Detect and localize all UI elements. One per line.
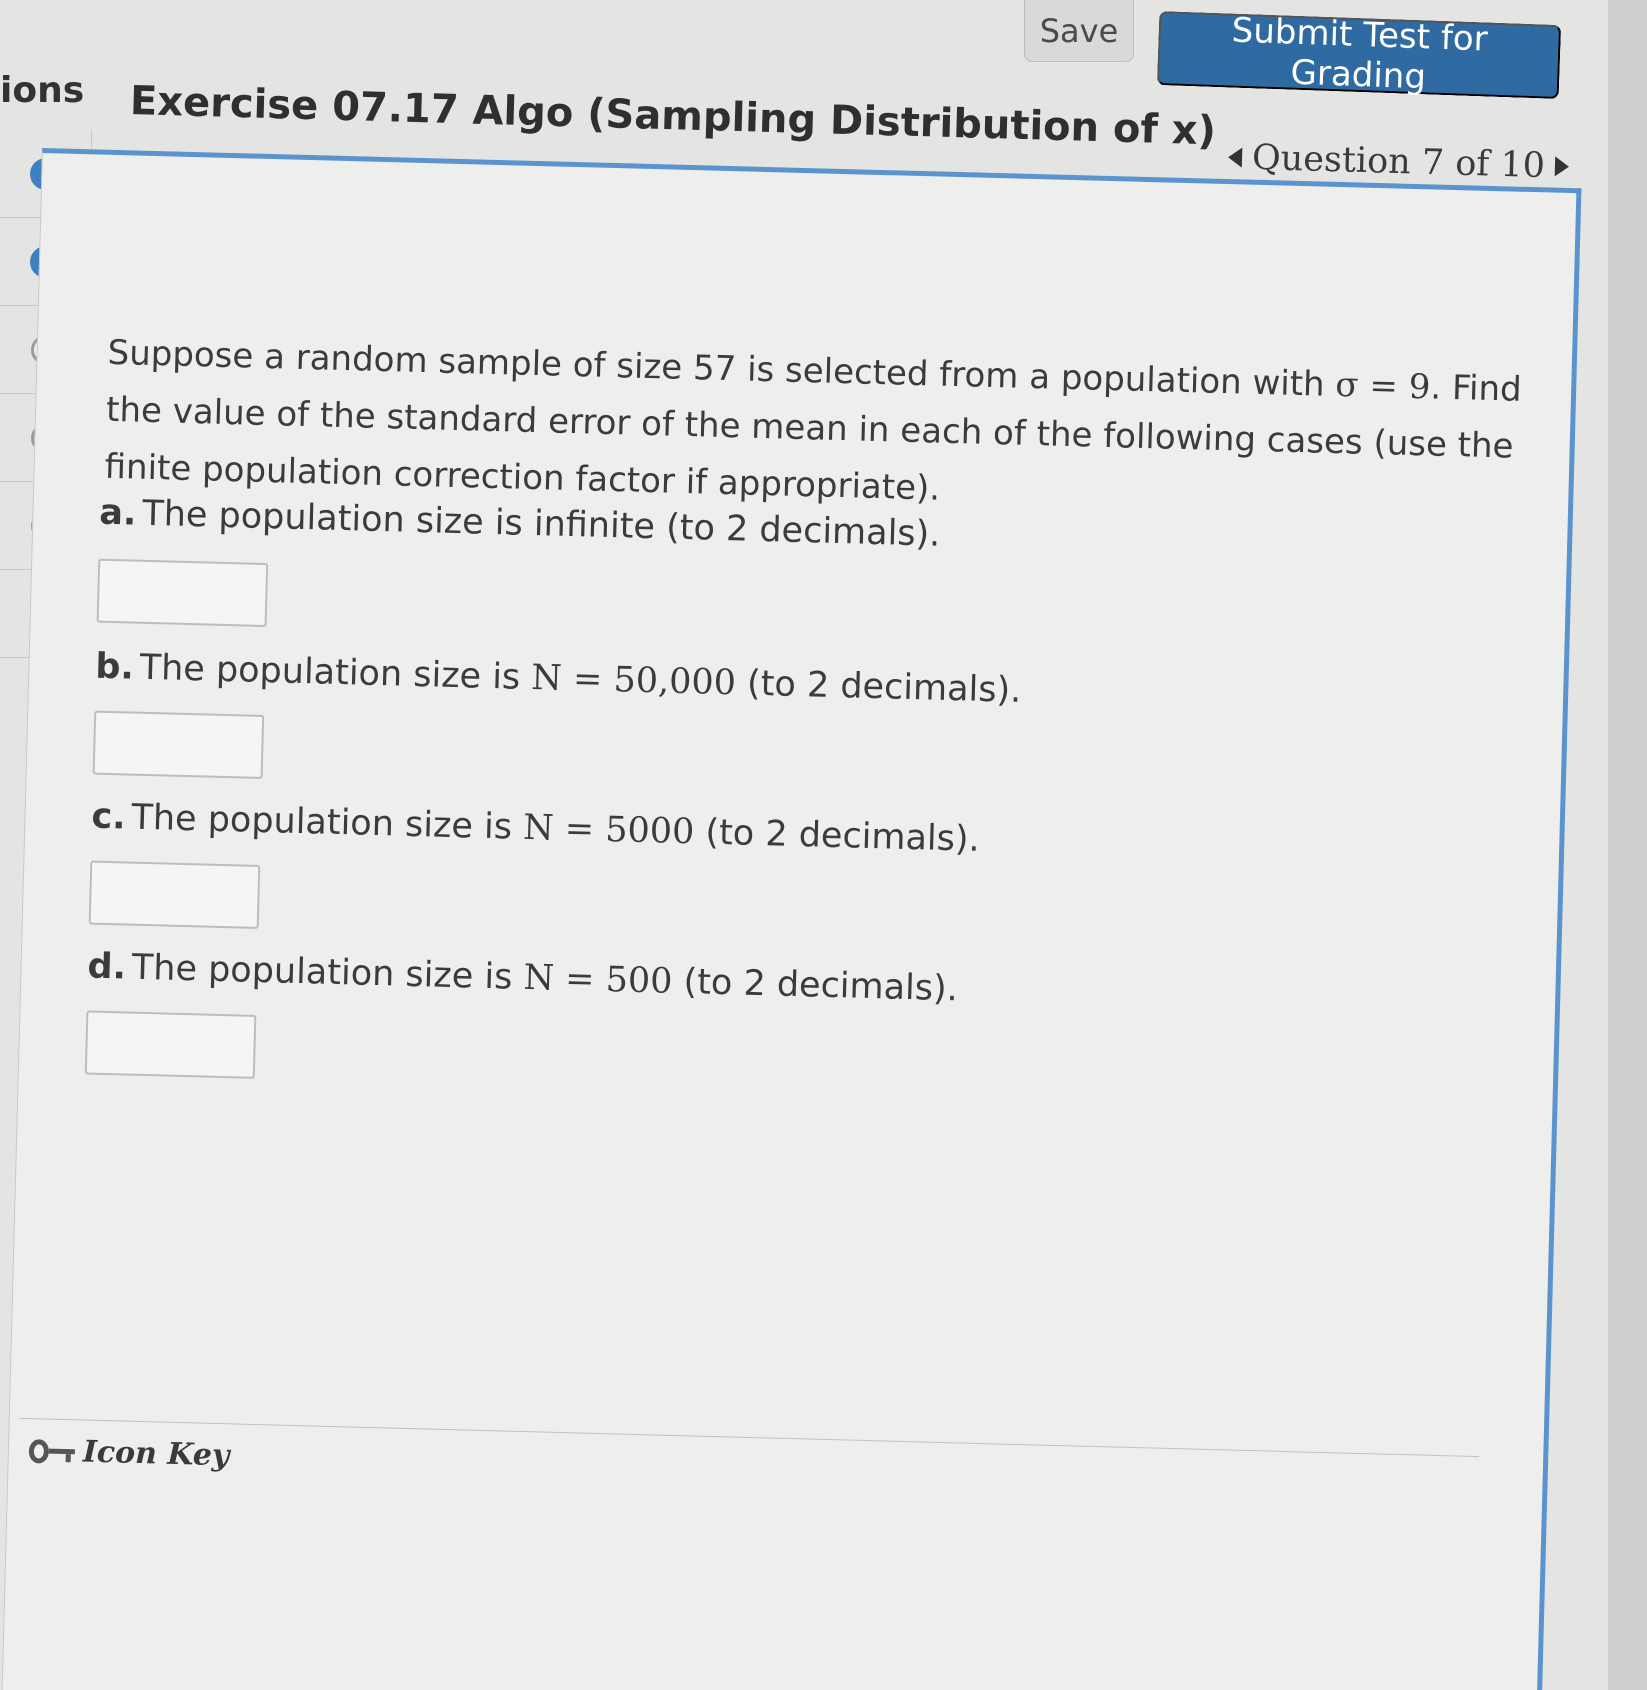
part-b-prompt: b. The population size is N = 50,000 (to … — [94, 646, 1022, 711]
key-icon — [28, 1438, 76, 1464]
part-b-answer-input[interactable] — [92, 710, 265, 779]
sigma-expression: σ = 9 — [1334, 364, 1431, 408]
part-d-prompt: d. The population size is N = 500 (to 2 d… — [87, 946, 959, 1010]
question-navigator: Question 7 of 10 — [1227, 137, 1570, 187]
save-button[interactable]: Save — [1024, 0, 1134, 62]
screen-edge — [1608, 0, 1647, 1690]
part-c-answer-input[interactable] — [88, 860, 261, 929]
part-c-prompt: c. The population size is N = 5000 (to 2 … — [90, 796, 981, 860]
previous-question-icon[interactable] — [1227, 147, 1243, 168]
question-counter: Question 7 of 10 — [1251, 137, 1546, 187]
footer-divider — [19, 1417, 1480, 1458]
next-question-icon[interactable] — [1554, 156, 1570, 177]
nav-header: ions — [0, 70, 85, 111]
icon-key-label: Icon Key — [82, 1434, 230, 1474]
submit-test-button[interactable]: Submit Test for Grading — [1156, 11, 1562, 99]
question-panel: Suppose a random sample of size 57 is se… — [1, 148, 1582, 1690]
part-a-answer-input[interactable] — [96, 558, 269, 628]
icon-key-link[interactable]: Icon Key — [28, 1433, 230, 1474]
part-d-answer-input[interactable] — [84, 1010, 257, 1079]
